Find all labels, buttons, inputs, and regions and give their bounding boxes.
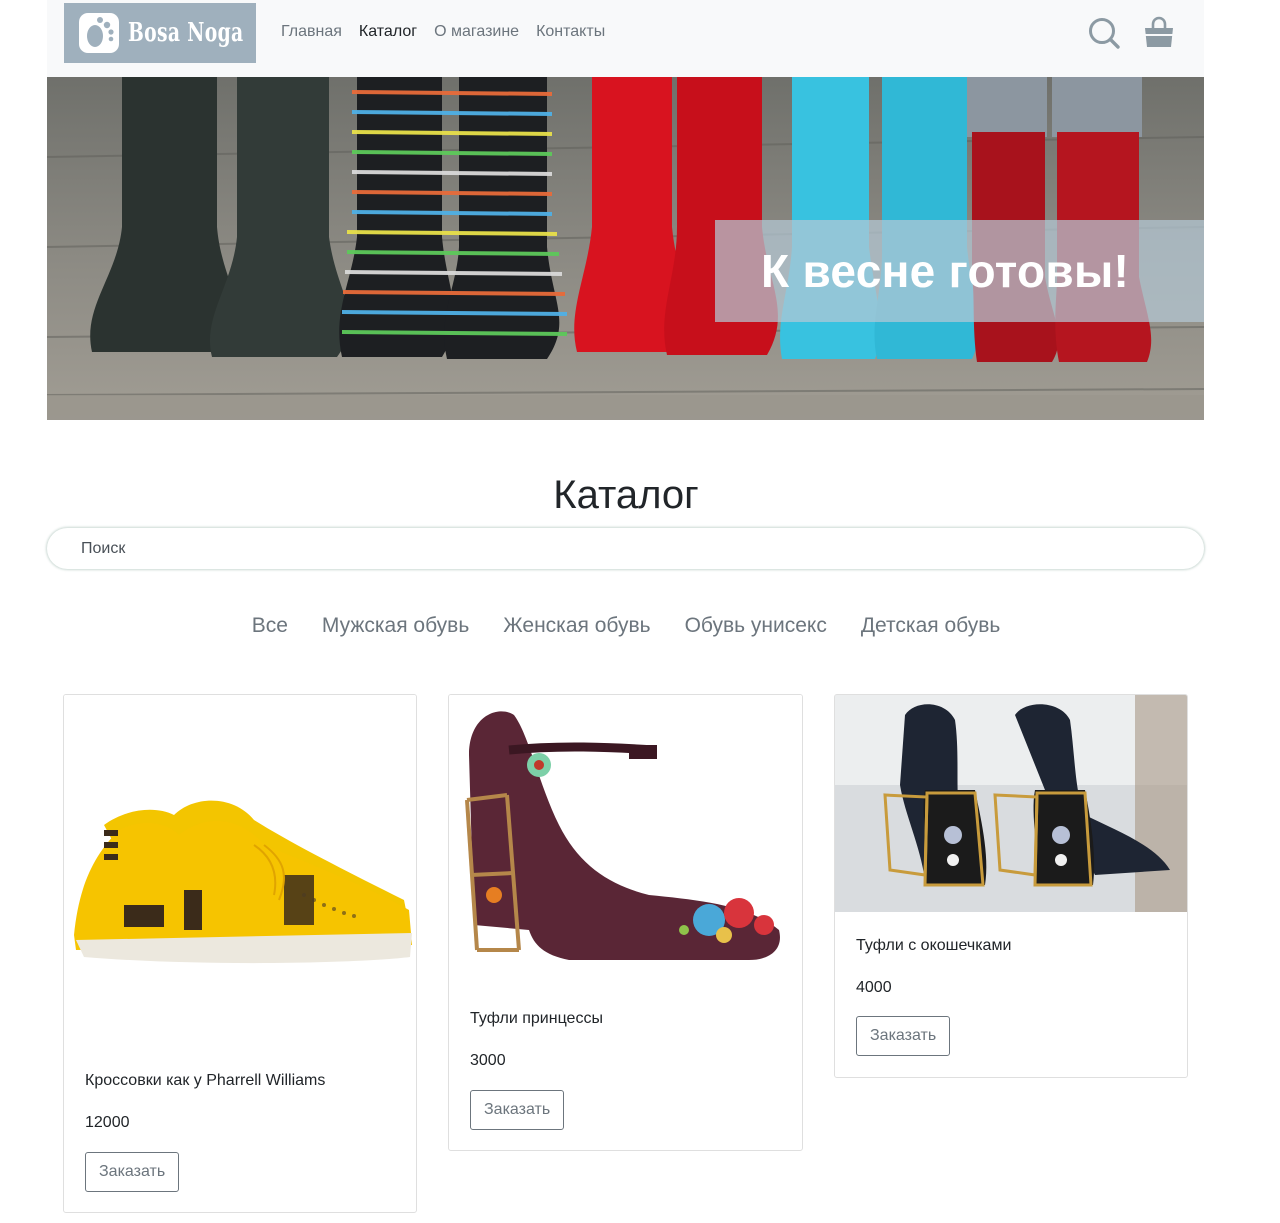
order-button[interactable]: Заказать xyxy=(85,1152,180,1192)
product-image-princess-shoes[interactable] xyxy=(449,695,802,985)
product-card: Кроссовки как у Pharrell Williams 12000 … xyxy=(63,694,417,1213)
cart-icon[interactable] xyxy=(1142,16,1176,50)
search-icon[interactable] xyxy=(1087,16,1121,50)
category-filter: Все Мужская обувь Женская обувь Обувь ун… xyxy=(0,612,1252,640)
product-price: 4000 xyxy=(856,979,892,996)
banner-caption-text: К весне готовы! xyxy=(761,245,1130,297)
order-button[interactable]: Заказать xyxy=(856,1016,951,1056)
logo-text: Bosa Noga xyxy=(128,18,244,48)
order-button[interactable]: Заказать xyxy=(470,1090,565,1130)
category-all[interactable]: Все xyxy=(235,612,305,640)
logo[interactable]: Bosa Noga xyxy=(64,3,256,63)
catalog-search-input[interactable] xyxy=(47,528,1204,569)
product-price: 3000 xyxy=(470,1052,506,1069)
nav-item-about[interactable]: О магазине xyxy=(434,22,519,42)
category-women[interactable]: Женская обувь xyxy=(486,612,667,640)
category-unisex[interactable]: Обувь унисекс xyxy=(668,612,844,640)
hero-banner: К весне готовы! xyxy=(47,77,1204,420)
product-title: Туфли принцессы xyxy=(470,1010,603,1027)
product-title: Кроссовки как у Pharrell Williams xyxy=(85,1072,326,1089)
catalog-title: Каталог xyxy=(553,473,699,517)
product-image-window-shoes[interactable] xyxy=(835,695,1187,912)
nav-item-catalog[interactable]: Каталог xyxy=(359,22,417,42)
banner-caption: К весне готовы! xyxy=(715,220,1204,322)
product-card: Туфли с окошечками 4000 Заказать xyxy=(834,694,1188,1078)
main-nav: Главная Каталог О магазине Контакты xyxy=(281,22,622,42)
logo-footprint-icon xyxy=(78,12,120,54)
product-card: Туфли принцессы 3000 Заказать xyxy=(448,694,803,1151)
category-kids[interactable]: Детская обувь xyxy=(844,612,1017,640)
category-men[interactable]: Мужская обувь xyxy=(305,612,486,640)
nav-item-contacts[interactable]: Контакты xyxy=(536,22,605,42)
product-title: Туфли с окошечками xyxy=(856,937,1012,954)
product-image-sneakers[interactable] xyxy=(64,695,416,1045)
nav-item-home[interactable]: Главная xyxy=(281,22,342,42)
header: Bosa Noga Главная Каталог О магазине Кон… xyxy=(47,0,1204,77)
product-price: 12000 xyxy=(85,1114,130,1131)
